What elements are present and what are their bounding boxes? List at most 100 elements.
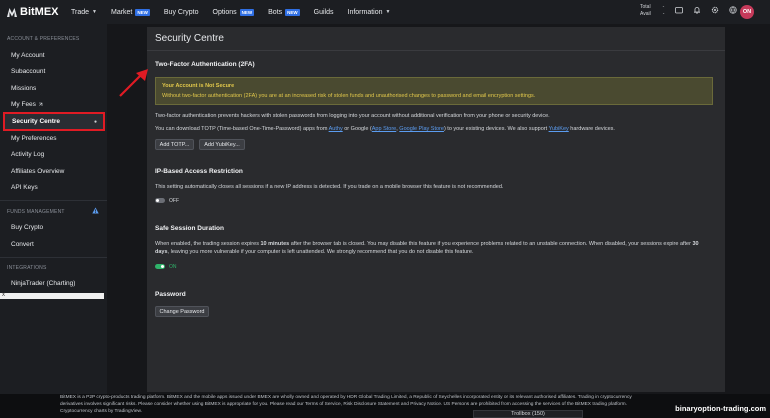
ip-restriction-heading: IP-Based Access Restriction	[155, 168, 243, 175]
sidebar-section-account: ACCOUNT & PREFERENCES	[7, 36, 80, 42]
sidebar-divider	[0, 257, 107, 258]
red-arrow-annotation-icon	[119, 69, 148, 97]
sidebar-item-subaccount[interactable]: Subaccount	[0, 68, 45, 75]
change-password-button[interactable]: Change Password	[155, 306, 209, 317]
safe-session-description-line1: When enabled, the trading session expire…	[155, 241, 699, 247]
external-link-icon	[38, 102, 43, 106]
total-label: Total	[640, 4, 651, 10]
sidebar-item-my-fees[interactable]: My Fees	[0, 101, 43, 108]
authy-link[interactable]: Authy	[329, 126, 343, 132]
nav-options-label: Options	[212, 8, 237, 16]
nav-guilds[interactable]: Guilds	[314, 9, 334, 16]
sidebar-item-buy-crypto[interactable]: Buy Crypto	[0, 224, 43, 231]
ip-restriction-toggle[interactable]	[155, 198, 165, 203]
sidebar-item-api-keys[interactable]: API Keys	[0, 184, 38, 191]
session-text-minutes: 10 minutes	[260, 241, 290, 247]
chevron-down-icon: ▼	[385, 9, 391, 15]
sidebar-item-activity-log[interactable]: Activity Log	[0, 151, 44, 158]
safe-session-toggle-label: ON	[169, 264, 177, 270]
nav-buy-crypto[interactable]: Buy Crypto	[164, 9, 199, 16]
nav-guilds-label: Guilds	[313, 8, 334, 16]
add-yubikey-button[interactable]: Add YubiKey...	[199, 139, 245, 150]
ip-restriction-description: This setting automatically closes all se…	[155, 184, 504, 190]
nav-market-label: Market	[110, 8, 133, 16]
nav-market[interactable]: Market NEW	[110, 8, 150, 16]
sidebar-item-convert[interactable]: Convert	[0, 241, 34, 248]
sidebar-item-affiliates-overview[interactable]: Affiliates Overview	[0, 168, 64, 175]
warning-icon	[92, 207, 99, 214]
active-indicator-icon: ●	[93, 119, 97, 125]
sidebar-item-security-centre[interactable]: Security Centre ●	[3, 112, 105, 131]
chevron-down-icon: ▼	[92, 9, 97, 15]
security-centre-panel: Security Centre Two-Factor Authenticatio…	[147, 27, 725, 392]
bitmex-logo-icon	[7, 7, 17, 17]
balance-summary: Total - Avail -	[640, 4, 664, 18]
ip-restriction-toggle-label: OFF	[169, 198, 179, 204]
page-title: Security Centre	[147, 27, 725, 51]
avail-label: Avail	[640, 11, 651, 17]
session-text-mid: after the browser tab is closed. You may…	[289, 241, 693, 247]
new-badge: NEW	[135, 8, 150, 16]
footer-disclaimer-line3: Cryptocurrency charts by TradingView.	[60, 409, 143, 414]
total-value: -	[662, 4, 665, 10]
sidebar-item-missions[interactable]: Missions	[0, 85, 36, 92]
yubikey-link[interactable]: YubiKey	[549, 126, 569, 132]
nav-information-label: Information	[347, 8, 383, 16]
nav-trade[interactable]: Trade ▼	[71, 9, 97, 16]
two-fa-description: Two-factor authentication prevents hacke…	[155, 113, 550, 119]
trollbox-tab[interactable]: Trollbox (150)	[473, 410, 583, 418]
wallet-icon[interactable]	[674, 5, 684, 15]
app-store-link[interactable]: App Store	[372, 126, 396, 132]
sidebar-item-my-preferences[interactable]: My Preferences	[0, 135, 57, 142]
new-badge: NEW	[285, 8, 300, 16]
main-nav: Trade ▼ Market NEW Buy Crypto Options NEW B…	[71, 0, 404, 24]
sidebar-divider	[0, 200, 107, 201]
bitmex-logo[interactable]: BitMEX	[7, 6, 71, 18]
two-fa-warning: Your Account is Not Secure Without two-f…	[155, 77, 713, 105]
sidebar: ACCOUNT & PREFERENCES My Account Subacco…	[0, 24, 107, 394]
download-text-mid2: ) to your existing devices. We also supp…	[443, 126, 549, 132]
download-text-post: hardware devices.	[568, 126, 615, 132]
password-heading: Password	[155, 291, 186, 298]
new-badge: NEW	[239, 8, 255, 16]
sidebar-section-funds: FUNDS MANAGEMENT	[7, 209, 65, 215]
bell-icon[interactable]	[692, 5, 702, 15]
nav-bots[interactable]: Bots NEW	[268, 8, 300, 16]
avatar[interactable]: ON	[740, 5, 754, 19]
watermark: binaryoption-trading.com	[675, 404, 766, 413]
footer-disclaimer-line1: BitMEX is a P2P crypto-products trading …	[60, 395, 632, 400]
nav-bots-label: Bots	[268, 8, 283, 16]
brand-name: BitMEX	[20, 6, 59, 18]
session-text-rest: , leaving you more vulnerable if your co…	[167, 249, 474, 255]
nav-trade-label: Trade	[71, 8, 90, 16]
footer-disclaimer-line2: derivatives involves significant risks. …	[60, 402, 627, 407]
footer: BitMEX is a P2P crypto-products trading …	[0, 394, 770, 418]
safe-session-heading: Safe Session Duration	[155, 225, 224, 232]
warning-title: Your Account is Not Secure	[162, 83, 235, 89]
totp-download-text: You can download TOTP (Time-based One-Ti…	[155, 126, 615, 132]
horizontal-scrollbar[interactable]: x	[0, 292, 104, 299]
gear-icon[interactable]	[710, 5, 720, 15]
sidebar-item-my-fees-label: My Fees	[11, 101, 36, 108]
sidebar-item-security-centre-label: Security Centre	[12, 118, 61, 125]
add-totp-button[interactable]: Add TOTP...	[155, 139, 194, 150]
safe-session-description-line2: days, leaving you more vulnerable if you…	[155, 249, 473, 255]
session-text-pre: When enabled, the trading session expire…	[155, 241, 261, 247]
safe-session-toggle[interactable]	[155, 264, 165, 269]
google-play-link[interactable]: Google Play Store	[399, 126, 444, 132]
nav-options[interactable]: Options NEW	[212, 8, 255, 16]
download-text-pre: You can download TOTP (Time-based One-Ti…	[155, 126, 329, 132]
sidebar-section-integrations: INTEGRATIONS	[7, 265, 47, 271]
language-icon[interactable]	[728, 5, 738, 15]
sidebar-item-ninjatrader[interactable]: NinjaTrader (Charting)	[0, 280, 75, 287]
session-text-days-number: 30	[692, 241, 699, 247]
session-text-days: days	[155, 249, 168, 255]
nav-buy-crypto-label: Buy Crypto	[163, 8, 199, 16]
avail-value: -	[662, 11, 665, 17]
scrollbar-close-icon[interactable]: x	[2, 292, 5, 298]
top-navbar: BitMEX Trade ▼ Market NEW Buy Crypto Optio…	[0, 0, 770, 24]
nav-information[interactable]: Information ▼	[348, 9, 391, 16]
two-fa-heading: Two-Factor Authentication (2FA)	[155, 61, 255, 68]
warning-message: Without two-factor authentication (2FA) …	[162, 93, 536, 99]
sidebar-item-my-account[interactable]: My Account	[0, 52, 45, 59]
